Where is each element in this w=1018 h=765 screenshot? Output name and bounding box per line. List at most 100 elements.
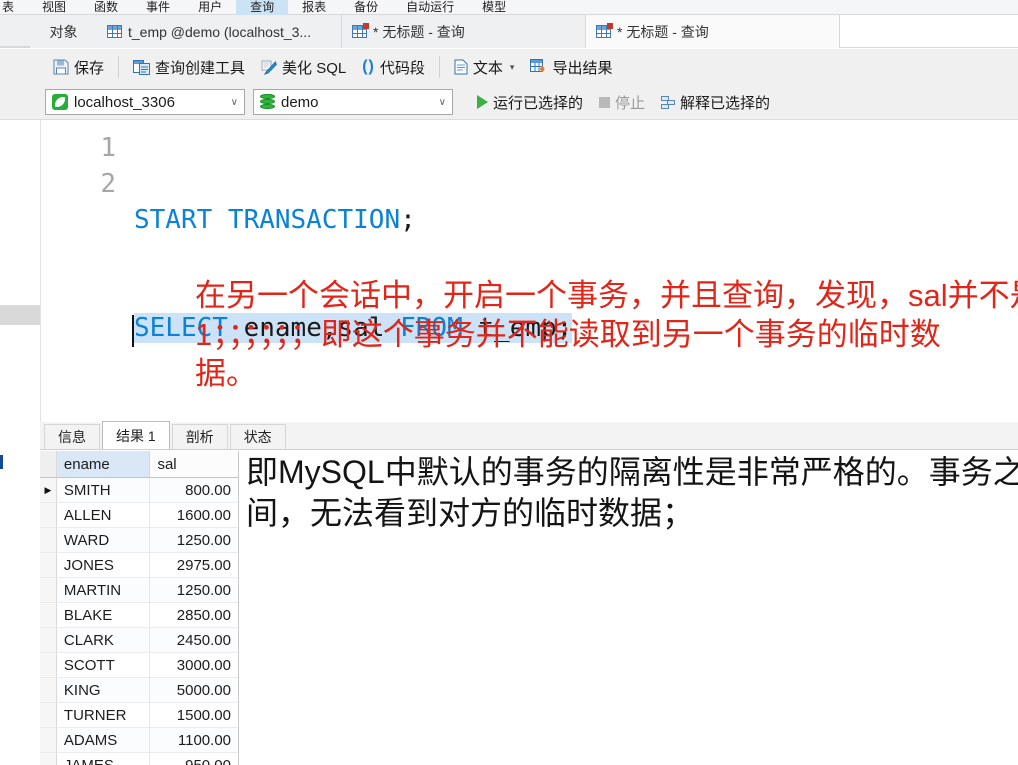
menu-item-automation[interactable]: 自动运行 xyxy=(392,0,468,15)
tab-query-2-active[interactable]: * 无标题 - 查询 xyxy=(586,15,840,48)
table-row[interactable]: KING 5000.00 xyxy=(40,678,238,703)
navicat-query-window: 表 视图 函数 事件 用户 查询 报表 备份 自动运行 模型 对象 t_emp … xyxy=(0,0,1018,765)
cell-ename[interactable]: JONES xyxy=(56,553,151,578)
cell-ename[interactable]: BLAKE xyxy=(56,603,151,628)
column-header-ename[interactable]: ename xyxy=(56,451,151,478)
stop-label: 停止 xyxy=(615,94,646,112)
grid-header-row: ename sal xyxy=(40,451,238,478)
cell-ename[interactable]: MARTIN xyxy=(56,578,151,603)
current-row-marker: ▶ xyxy=(40,478,57,503)
table-row[interactable]: BLAKE 2850.00 xyxy=(40,603,238,628)
table-row[interactable]: SCOTT 3000.00 xyxy=(40,653,238,678)
cell-sal[interactable]: 5000.00 xyxy=(150,678,238,703)
tab-status[interactable]: 状态 xyxy=(229,424,286,449)
left-edge-marker xyxy=(0,455,3,469)
cell-sal[interactable]: 1250.00 xyxy=(150,578,238,603)
database-select[interactable]: demo ∨ xyxy=(253,89,453,115)
table-row[interactable]: MARTIN 1250.00 xyxy=(40,578,238,603)
save-button[interactable]: 保存 xyxy=(45,54,112,80)
red-annotation: 在另一个会话中，开启一个事务，并且查询，发现，sal并不是 1；；；；；；即这个… xyxy=(195,276,1018,393)
connection-value: localhost_3306 xyxy=(74,93,175,111)
menu-item-view[interactable]: 视图 xyxy=(28,0,80,15)
result-grid[interactable]: ename sal ▶ SMITH 800.00 ALLEN 1600.00 WARD 12… xyxy=(40,451,239,765)
export-result-label: 导出结果 xyxy=(552,59,613,77)
database-value: demo xyxy=(281,93,319,111)
tab-query-1[interactable]: * 无标题 - 查询 xyxy=(342,15,586,48)
menu-item-function[interactable]: 函数 xyxy=(80,0,132,15)
cell-sal[interactable]: 950.00 xyxy=(150,753,238,765)
cell-ename[interactable]: KING xyxy=(56,678,151,703)
menu-item-query[interactable]: 查询 xyxy=(236,0,289,15)
cell-sal[interactable]: 1250.00 xyxy=(150,528,238,553)
chevron-down-icon: ∨ xyxy=(230,96,238,108)
code-snippet-label: 代码段 xyxy=(379,59,425,77)
table-row[interactable]: CLARK 2450.00 xyxy=(40,628,238,653)
sql-line-1: START TRANSACTION; xyxy=(134,205,416,235)
tab-message[interactable]: 信息 xyxy=(44,424,100,449)
tab-query-1-label: * 无标题 - 查询 xyxy=(373,23,465,40)
cell-sal[interactable]: 2450.00 xyxy=(150,628,238,653)
connection-select[interactable]: localhost_3306 ∨ xyxy=(45,89,245,115)
code-snippet-button[interactable]: () 代码段 xyxy=(354,54,433,80)
cell-ename[interactable]: ALLEN xyxy=(56,503,151,528)
cell-sal[interactable]: 1100.00 xyxy=(150,728,238,753)
run-selected-button[interactable]: 运行已选择的 xyxy=(469,89,591,115)
line-number: 2 xyxy=(100,169,116,199)
table-row[interactable]: ADAMS 1100.00 xyxy=(40,728,238,753)
table-row[interactable]: ALLEN 1600.00 xyxy=(40,503,238,528)
cell-ename[interactable]: JAMES xyxy=(57,753,151,765)
cell-sal[interactable]: 3000.00 xyxy=(150,653,238,678)
table-row[interactable]: WARD 1250.00 xyxy=(40,528,238,553)
cell-sal[interactable]: 1600.00 xyxy=(150,503,238,528)
export-result-icon xyxy=(530,59,546,73)
table-row[interactable]: TURNER 1500.00 xyxy=(40,703,238,728)
menu-item-table[interactable]: 表 xyxy=(0,0,28,15)
menu-item-user[interactable]: 用户 xyxy=(184,0,236,15)
beautify-sql-button[interactable]: 美化 SQL xyxy=(253,54,354,80)
sidebar-splitter-handle[interactable] xyxy=(0,305,40,325)
query-icon xyxy=(352,23,369,38)
cell-sal[interactable]: 2975.00 xyxy=(150,553,238,578)
tab-result-1[interactable]: 结果 1 xyxy=(102,421,170,449)
menu-item-event[interactable]: 事件 xyxy=(132,0,184,15)
cell-sal[interactable]: 2850.00 xyxy=(150,603,238,628)
table-row[interactable]: JONES 2975.00 xyxy=(40,553,238,578)
query-builder-icon xyxy=(133,59,151,75)
table-row[interactable]: ▶ SMITH 800.00 xyxy=(40,478,238,503)
save-label: 保存 xyxy=(74,59,105,77)
row-marker xyxy=(40,628,57,653)
table-icon xyxy=(107,25,122,38)
row-marker xyxy=(40,603,57,628)
text-view-button[interactable]: 文本 ▾ xyxy=(446,54,523,80)
query-toolbar: 保存 查询创建工具 美化 SQL () 代码段 文本 ▾ 导出结果 xyxy=(0,49,1018,85)
export-result-button[interactable]: 导出结果 xyxy=(522,54,620,80)
cell-sal[interactable]: 800.00 xyxy=(150,478,238,503)
cell-ename[interactable]: SCOTT xyxy=(56,653,151,678)
stop-button[interactable]: 停止 xyxy=(591,89,653,115)
cell-ename[interactable]: ADAMS xyxy=(56,728,151,753)
text-document-icon xyxy=(454,59,468,75)
cell-ename[interactable]: TURNER xyxy=(56,703,151,728)
tab-objects-label: 对象 xyxy=(49,23,78,40)
menu-item-model[interactable]: 模型 xyxy=(468,0,520,15)
explain-selected-button[interactable]: 解释已选择的 xyxy=(653,89,778,115)
menu-item-backup[interactable]: 备份 xyxy=(340,0,392,15)
beautify-sql-label: 美化 SQL xyxy=(282,59,347,77)
menu-item-report[interactable]: 报表 xyxy=(288,0,340,15)
table-row[interactable]: JAMES 950.00 xyxy=(40,753,238,765)
column-header-sal[interactable]: sal xyxy=(150,451,238,478)
beautify-sql-icon xyxy=(261,60,277,75)
grid-body: ▶ SMITH 800.00 ALLEN 1600.00 WARD 1250.00 JONES… xyxy=(40,478,238,765)
query-builder-button[interactable]: 查询创建工具 xyxy=(125,54,253,80)
run-icon xyxy=(477,95,488,109)
cell-ename[interactable]: WARD xyxy=(56,528,151,553)
chevron-down-icon: ▾ xyxy=(509,61,515,72)
tab-table-temp[interactable]: t_emp @demo (localhost_3... xyxy=(97,15,342,48)
cell-ename[interactable]: SMITH xyxy=(56,478,151,503)
chevron-down-icon: ∨ xyxy=(438,96,446,108)
cell-ename[interactable]: CLARK xyxy=(56,628,151,653)
tab-profile[interactable]: 剖析 xyxy=(171,424,228,449)
row-marker xyxy=(40,528,57,553)
cell-sal[interactable]: 1500.00 xyxy=(150,703,238,728)
tab-objects[interactable]: 对象 xyxy=(30,15,97,48)
